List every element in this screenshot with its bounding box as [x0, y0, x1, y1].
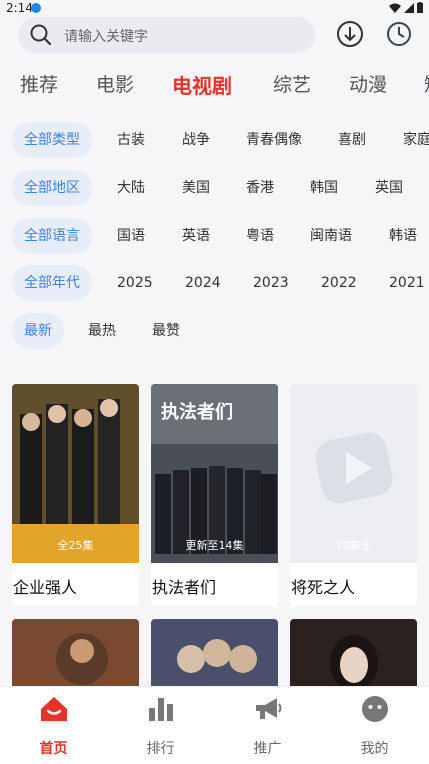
episode-badge: 更新至14集	[185, 539, 244, 552]
filter-type-row: 全部类型 古装 战争 青春偶像 喜剧 家庭	[0, 122, 429, 158]
filter-chip[interactable]: 英语	[182, 218, 210, 254]
nav-label: 我的	[360, 741, 389, 757]
status-icons	[389, 2, 423, 13]
search-input[interactable]: 请输入关键字	[18, 17, 315, 53]
history-button[interactable]	[386, 21, 412, 51]
nav-promote[interactable]: 推广	[214, 687, 321, 764]
tab-tv[interactable]: 电视剧	[172, 70, 232, 99]
megaphone-icon	[255, 698, 281, 719]
filter-chip[interactable]: 大陆	[117, 170, 145, 206]
filter-sort-row: 最新 最热 最赞	[0, 313, 429, 349]
filter-chip[interactable]: 2024	[185, 265, 221, 301]
download-button[interactable]	[336, 20, 364, 52]
filter-chip[interactable]: 全部语言	[12, 218, 92, 254]
filter-chip[interactable]: 最热	[88, 313, 116, 349]
play-placeholder-icon	[315, 432, 393, 504]
filter-chip[interactable]: 2022	[321, 265, 357, 301]
profile-face-icon	[361, 696, 388, 722]
clock-icon	[387, 22, 411, 46]
filter-chip[interactable]: 2023	[253, 265, 289, 301]
filter-year-row: 全部年代 2025 2024 2023 2022 2021	[0, 265, 429, 301]
tab-variety[interactable]: 综艺	[273, 70, 311, 97]
filter-chip[interactable]: 国语	[117, 218, 145, 254]
filter-chip[interactable]: 2021	[389, 265, 425, 301]
poster-image: 执法者们 更新至14集	[151, 384, 278, 563]
nav-label: 排行	[146, 741, 175, 757]
show-title: 将死之人	[291, 578, 356, 597]
filter-chip[interactable]: 韩国	[310, 170, 338, 206]
bottom-nav: 首页 排行 推广 我的	[0, 686, 429, 764]
home-icon	[40, 697, 67, 721]
filter-language-row: 全部语言 国语 英语 粤语 闽南语 韩语	[0, 218, 429, 254]
download-icon	[337, 21, 363, 47]
filter-chip[interactable]: 最赞	[152, 313, 180, 349]
episode-badge: 10集全	[335, 539, 372, 552]
nav-mine[interactable]: 我的	[321, 687, 428, 764]
poster-art	[290, 619, 417, 689]
filter-region-row: 全部地区 大陆 美国 香港 韩国 英国	[0, 170, 429, 206]
wifi-icon	[389, 3, 401, 13]
poster-image: 全25集	[12, 384, 139, 563]
search-placeholder: 请输入关键字	[64, 29, 148, 45]
filter-chip[interactable]: 家庭	[403, 122, 429, 158]
filter-chip[interactable]: 韩语	[389, 218, 417, 254]
nav-label: 推广	[253, 741, 282, 757]
nav-ranking[interactable]: 排行	[107, 687, 214, 764]
show-card[interactable]: 执法者们 更新至14集 执法者们	[151, 384, 278, 606]
filter-chip[interactable]: 全部地区	[12, 170, 92, 206]
filter-chip[interactable]: 闽南语	[310, 218, 352, 254]
filter-chip[interactable]: 青春偶像	[246, 122, 302, 158]
show-card[interactable]: 10集全 将死之人	[290, 384, 417, 606]
category-tabs: 推荐 电影 电视剧 综艺 动漫 短	[0, 70, 429, 104]
tab-recommend[interactable]: 推荐	[20, 70, 58, 97]
filter-chip[interactable]: 全部类型	[12, 122, 92, 158]
tab-movie[interactable]: 电影	[96, 70, 134, 97]
tab-anime[interactable]: 动漫	[349, 70, 387, 97]
filter-chip[interactable]: 古装	[117, 122, 145, 158]
filter-chip[interactable]: 战争	[182, 122, 210, 158]
bar-chart-icon	[148, 698, 173, 721]
filter-chip[interactable]: 英国	[375, 170, 403, 206]
tab-short[interactable]: 短	[424, 70, 429, 97]
battery-icon	[417, 2, 423, 13]
filter-chip[interactable]: 粤语	[246, 218, 274, 254]
notification-icon	[31, 3, 41, 13]
show-card[interactable]: 全25集 企业强人	[12, 384, 139, 606]
svg-text:执法者们: 执法者们	[161, 401, 233, 423]
filter-chip[interactable]: 喜剧	[338, 122, 366, 158]
status-bar: 2:14	[0, 0, 429, 18]
filter-chip[interactable]: 最新	[12, 313, 64, 349]
episode-badge: 全25集	[57, 539, 94, 552]
search-icon	[30, 24, 52, 46]
poster-art	[12, 619, 139, 689]
show-title: 企业强人	[13, 578, 78, 597]
signal-icon	[404, 2, 414, 13]
filter-chip[interactable]: 全部年代	[12, 265, 92, 301]
show-card-partial[interactable]	[12, 619, 139, 689]
filter-chip[interactable]: 2025	[117, 265, 153, 301]
nav-label: 首页	[39, 741, 68, 757]
poster-art	[151, 619, 278, 689]
show-card-partial[interactable]	[151, 619, 278, 689]
nav-home[interactable]: 首页	[0, 687, 107, 764]
status-time: 2:14	[6, 1, 33, 15]
filter-chip[interactable]: 香港	[246, 170, 274, 206]
filter-chip[interactable]: 美国	[182, 170, 210, 206]
poster-placeholder: 10集全	[290, 384, 417, 563]
show-title: 执法者们	[152, 578, 217, 597]
show-card-partial[interactable]	[290, 619, 417, 689]
